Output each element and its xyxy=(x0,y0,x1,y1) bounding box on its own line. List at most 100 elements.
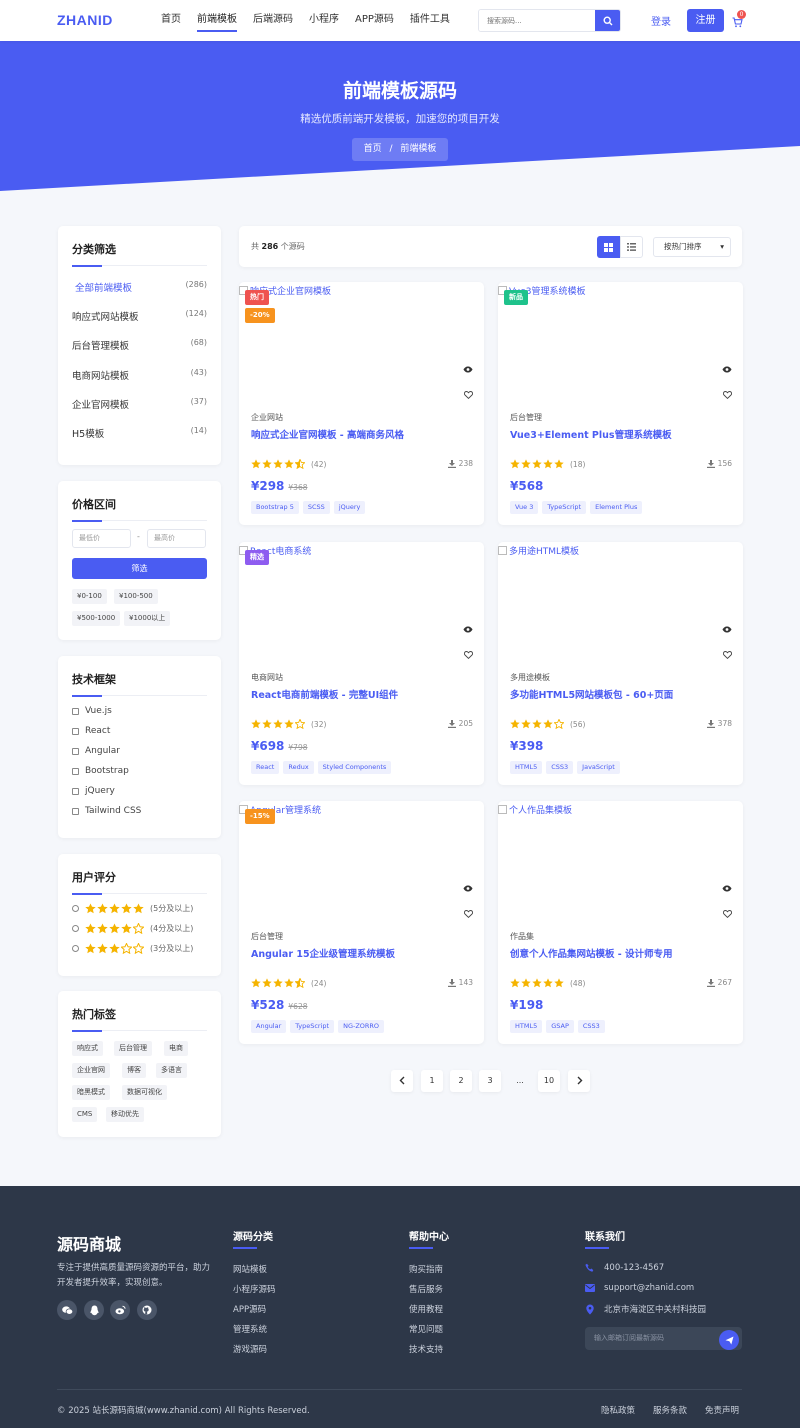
list-view-button[interactable] xyxy=(620,236,643,258)
tech-tag[interactable]: React xyxy=(251,761,280,774)
tag-chip[interactable]: 博客 xyxy=(122,1063,146,1078)
footer-link[interactable]: 游戏源码 xyxy=(233,1343,267,1355)
checkbox[interactable] xyxy=(72,747,79,755)
favorite-button[interactable] xyxy=(722,903,733,922)
product-card[interactable]: Angular管理系统 后台管理 Angular 15企业级管理系统模板 (24… xyxy=(239,801,484,1044)
product-card[interactable]: React电商系统 电商网站 React电商前端模板 - 完整UI组件 (32)… xyxy=(239,542,484,785)
tech-tag[interactable]: HTML5 xyxy=(510,761,543,774)
favorite-button[interactable] xyxy=(463,903,474,922)
favorite-button[interactable] xyxy=(722,644,733,663)
register-button[interactable]: 注册 xyxy=(687,9,724,32)
framework-checkbox-bootstrap[interactable]: Bootstrap xyxy=(72,766,129,776)
footer-link[interactable]: 常见问题 xyxy=(409,1323,443,1335)
tag-chip[interactable]: 数据可视化 xyxy=(122,1085,167,1100)
product-card[interactable]: Vue3管理系统模板 后台管理 Vue3+Element Plus管理系统模板 … xyxy=(498,282,743,525)
price-range-chip[interactable]: ¥500-1000 xyxy=(72,611,121,626)
tag-chip[interactable]: 后台管理 xyxy=(114,1041,152,1056)
footer-link[interactable]: APP源码 xyxy=(233,1303,266,1315)
product-card[interactable]: 响应式企业官网模板 企业网站 响应式企业官网模板 - 高端商务风格 (42) 2… xyxy=(239,282,484,525)
disclaimer-link[interactable]: 免责声明 xyxy=(705,1404,739,1416)
framework-checkbox-tailwind[interactable]: Tailwind CSS xyxy=(72,806,141,816)
radio[interactable] xyxy=(72,945,79,952)
min-price-input[interactable]: 最低价 xyxy=(72,529,131,548)
product-title[interactable]: 创意个人作品集网站模板 - 设计师专用 xyxy=(510,946,673,960)
quick-view-button[interactable] xyxy=(722,877,732,896)
max-price-input[interactable]: 最高价 xyxy=(147,529,206,548)
nav-app[interactable]: APP源码 xyxy=(347,0,402,41)
quick-view-button[interactable] xyxy=(463,358,473,377)
product-title[interactable]: Vue3+Element Plus管理系统模板 xyxy=(510,427,672,441)
next-page-button[interactable] xyxy=(568,1070,590,1092)
tag-chip[interactable]: 响应式 xyxy=(72,1041,103,1056)
category-item-corporate[interactable]: 企业官网模板 (37) xyxy=(72,397,207,411)
site-logo[interactable]: ZHANID xyxy=(57,12,113,28)
price-range-chip[interactable]: ¥0-100 xyxy=(72,589,107,604)
page-button[interactable]: 2 xyxy=(450,1070,472,1092)
footer-link[interactable]: 使用教程 xyxy=(409,1303,443,1315)
tech-tag[interactable]: Angular xyxy=(251,1020,287,1033)
tech-tag[interactable]: jQuery xyxy=(333,501,366,514)
weibo-button[interactable] xyxy=(110,1300,130,1320)
tag-chip[interactable]: 多语言 xyxy=(156,1063,187,1078)
price-filter-button[interactable]: 筛选 xyxy=(72,558,207,579)
product-title[interactable]: 响应式企业官网模板 - 高端商务风格 xyxy=(251,427,404,441)
footer-link[interactable]: 网站模板 xyxy=(233,1263,267,1275)
checkbox[interactable] xyxy=(72,807,79,815)
sort-select[interactable]: 按热门排序 ▾ xyxy=(653,237,731,257)
quick-view-button[interactable] xyxy=(722,618,732,637)
category-item-all[interactable]: 全部前端模板 (286) xyxy=(72,280,207,294)
category-item-responsive[interactable]: 响应式网站模板 (124) xyxy=(72,309,207,323)
framework-checkbox-angular[interactable]: Angular xyxy=(72,746,120,756)
radio[interactable] xyxy=(72,905,79,912)
tech-tag[interactable]: TypeScript xyxy=(290,1020,335,1033)
footer-link[interactable]: 管理系统 xyxy=(233,1323,267,1335)
radio[interactable] xyxy=(72,925,79,932)
product-card[interactable]: 个人作品集模板 作品集 创意个人作品集网站模板 - 设计师专用 (48) 267… xyxy=(498,801,743,1044)
tech-tag[interactable]: Redux xyxy=(283,761,314,774)
tech-tag[interactable]: Bootstrap 5 xyxy=(251,501,299,514)
nav-frontend[interactable]: 前端模板 xyxy=(189,0,245,41)
category-item-admin[interactable]: 后台管理模板 (68) xyxy=(72,338,207,352)
nav-backend[interactable]: 后端源码 xyxy=(245,0,301,41)
product-title[interactable]: 多功能HTML5网站模板包 - 60+页面 xyxy=(510,687,673,701)
quick-view-button[interactable] xyxy=(722,358,732,377)
product-card[interactable]: 多用途HTML模板 多用途模板 多功能HTML5网站模板包 - 60+页面 (5… xyxy=(498,542,743,785)
checkbox[interactable] xyxy=(72,787,79,795)
wechat-button[interactable] xyxy=(57,1300,77,1320)
category-item-h5[interactable]: H5模板 (14) xyxy=(72,426,207,440)
login-link[interactable]: 登录 xyxy=(651,13,671,28)
tech-tag[interactable]: Vue 3 xyxy=(510,501,539,514)
search-button[interactable] xyxy=(595,10,620,31)
rating-option-4[interactable]: (4分及以上) xyxy=(72,923,193,934)
tag-chip[interactable]: CMS xyxy=(72,1107,98,1122)
prev-page-button[interactable] xyxy=(391,1070,413,1092)
footer-link[interactable]: 购买指南 xyxy=(409,1263,443,1275)
checkbox[interactable] xyxy=(72,767,79,775)
product-image[interactable]: 多用途HTML模板 xyxy=(498,544,579,557)
grid-view-button[interactable] xyxy=(597,236,620,258)
favorite-button[interactable] xyxy=(463,384,474,403)
privacy-policy-link[interactable]: 隐私政策 xyxy=(601,1404,635,1416)
footer-link[interactable]: 技术支持 xyxy=(409,1343,443,1355)
nav-home[interactable]: 首页 xyxy=(153,0,189,41)
nav-miniprogram[interactable]: 小程序 xyxy=(301,0,347,41)
tech-tag[interactable]: NG-ZORRO xyxy=(338,1020,385,1033)
tech-tag[interactable]: JavaScript xyxy=(577,761,620,774)
tech-tag[interactable]: CSS3 xyxy=(546,761,574,774)
tag-chip[interactable]: 电商 xyxy=(164,1041,188,1056)
rating-option-5[interactable]: (5分及以上) xyxy=(72,903,193,914)
tech-tag[interactable]: Styled Components xyxy=(317,761,392,774)
tag-chip[interactable]: 暗黑模式 xyxy=(72,1085,110,1100)
tech-tag[interactable]: TypeScript xyxy=(542,501,587,514)
tech-tag[interactable]: GSAP xyxy=(546,1020,574,1033)
framework-checkbox-react[interactable]: React xyxy=(72,726,110,736)
checkbox[interactable] xyxy=(72,727,79,735)
category-item-ecommerce[interactable]: 电商网站模板 (43) xyxy=(72,368,207,382)
nav-plugins[interactable]: 插件工具 xyxy=(402,0,458,41)
page-button[interactable]: 10 xyxy=(538,1070,560,1092)
terms-of-service-link[interactable]: 服务条款 xyxy=(653,1404,687,1416)
github-button[interactable] xyxy=(137,1300,157,1320)
rating-option-3[interactable]: (3分及以上) xyxy=(72,943,193,954)
subscribe-button[interactable] xyxy=(719,1330,739,1350)
page-button[interactable]: 1 xyxy=(421,1070,443,1092)
